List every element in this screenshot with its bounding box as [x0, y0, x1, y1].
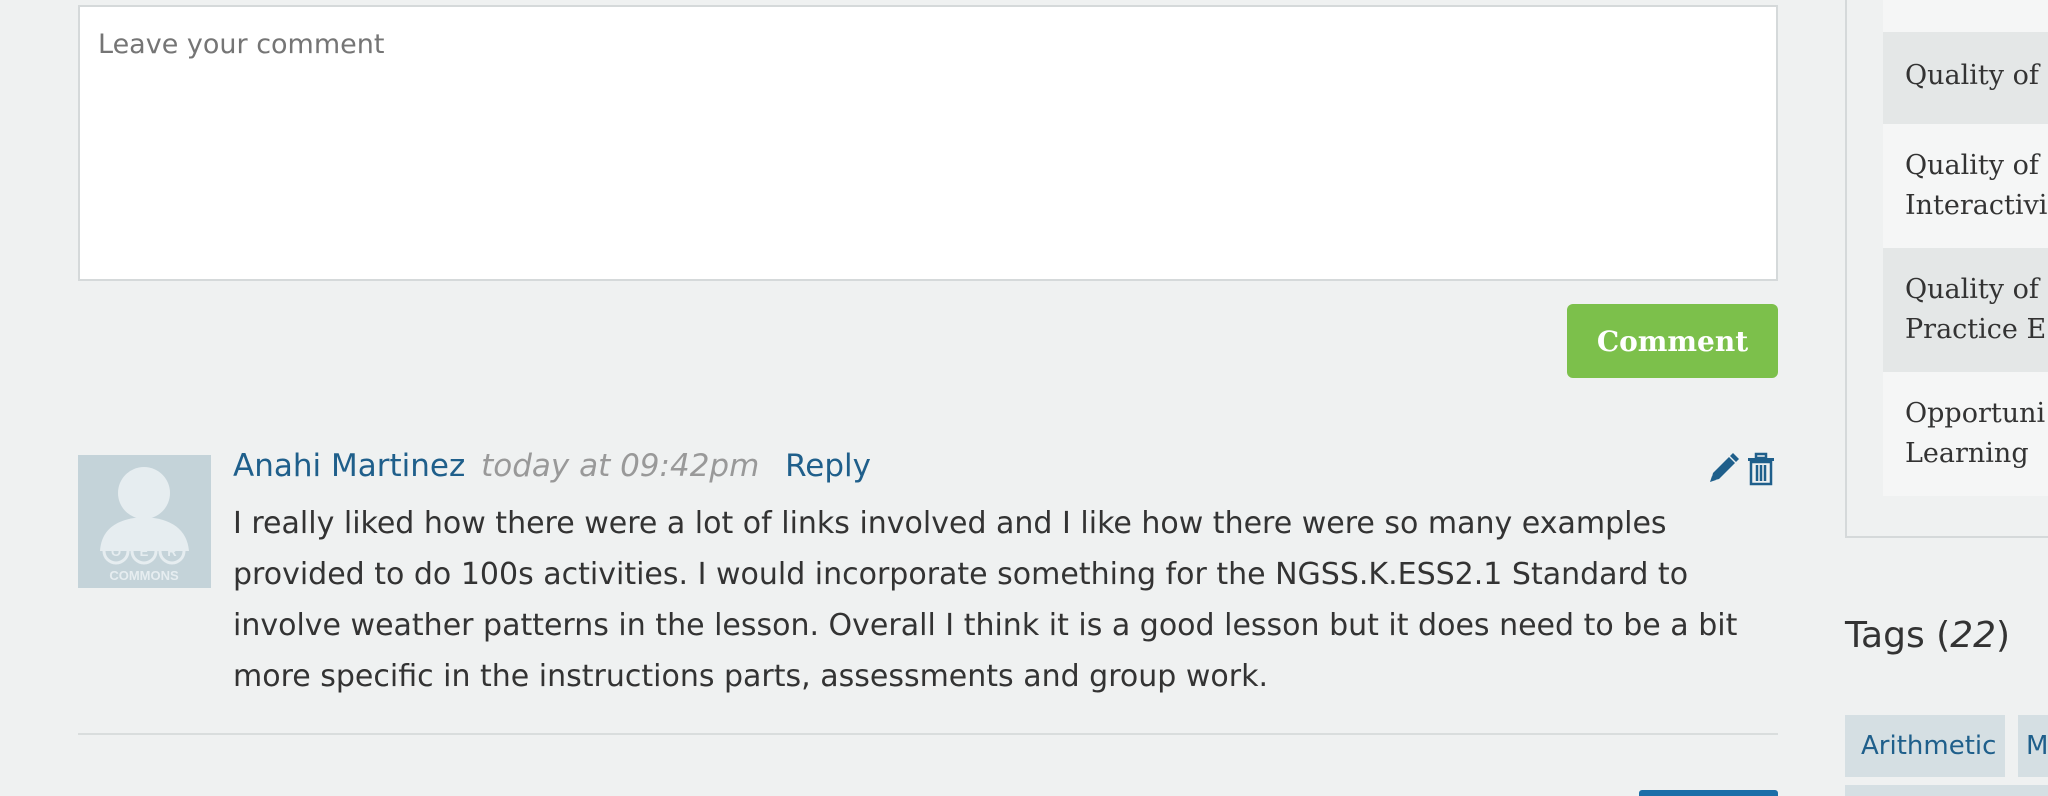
tags-count: 22 [1950, 615, 1997, 656]
comment-input[interactable] [78, 5, 1778, 281]
tags-next-row-edge [1845, 785, 2048, 796]
tags-heading: Tags (22) [1845, 615, 2011, 656]
avatar: O E R COMMONS [78, 455, 211, 588]
tag-arithmetic[interactable]: Arithmetic [1845, 715, 2005, 777]
comment-header: Anahi Martinez today at 09:42pm Reply [233, 448, 871, 484]
tags-title: Tags [1845, 615, 1925, 656]
oer-commons-avatar-icon: O E R COMMONS [100, 467, 189, 583]
criteria-row-2: Quality of Interactivi [1883, 124, 2048, 248]
criteria-row-partial [1883, 0, 2048, 32]
trash-icon[interactable] [1745, 452, 1778, 486]
reply-link[interactable]: Reply [785, 448, 871, 484]
svg-text:R: R [167, 544, 177, 559]
comment-author[interactable]: Anahi Martinez [233, 448, 465, 484]
comment-actions [1707, 452, 1778, 490]
criteria-row-4: Opportuni Learning [1883, 372, 2048, 496]
tag-item-2[interactable]: M [2018, 715, 2048, 777]
svg-text:O: O [111, 544, 121, 559]
comment-divider [78, 733, 1778, 735]
comment-body: I really liked how there were a lot of l… [233, 506, 1738, 694]
criteria-row-1: Quality of [1883, 32, 2048, 124]
pencil-icon[interactable] [1707, 452, 1740, 486]
comment-timestamp: today at 09:42pm [481, 448, 760, 484]
svg-text:COMMONS: COMMONS [109, 568, 179, 583]
criteria-row-3: Quality of Practice E [1883, 248, 2048, 372]
svg-text:E: E [140, 544, 149, 559]
next-button-edge[interactable] [1639, 790, 1778, 796]
comment-submit-button[interactable]: Comment [1567, 304, 1778, 378]
